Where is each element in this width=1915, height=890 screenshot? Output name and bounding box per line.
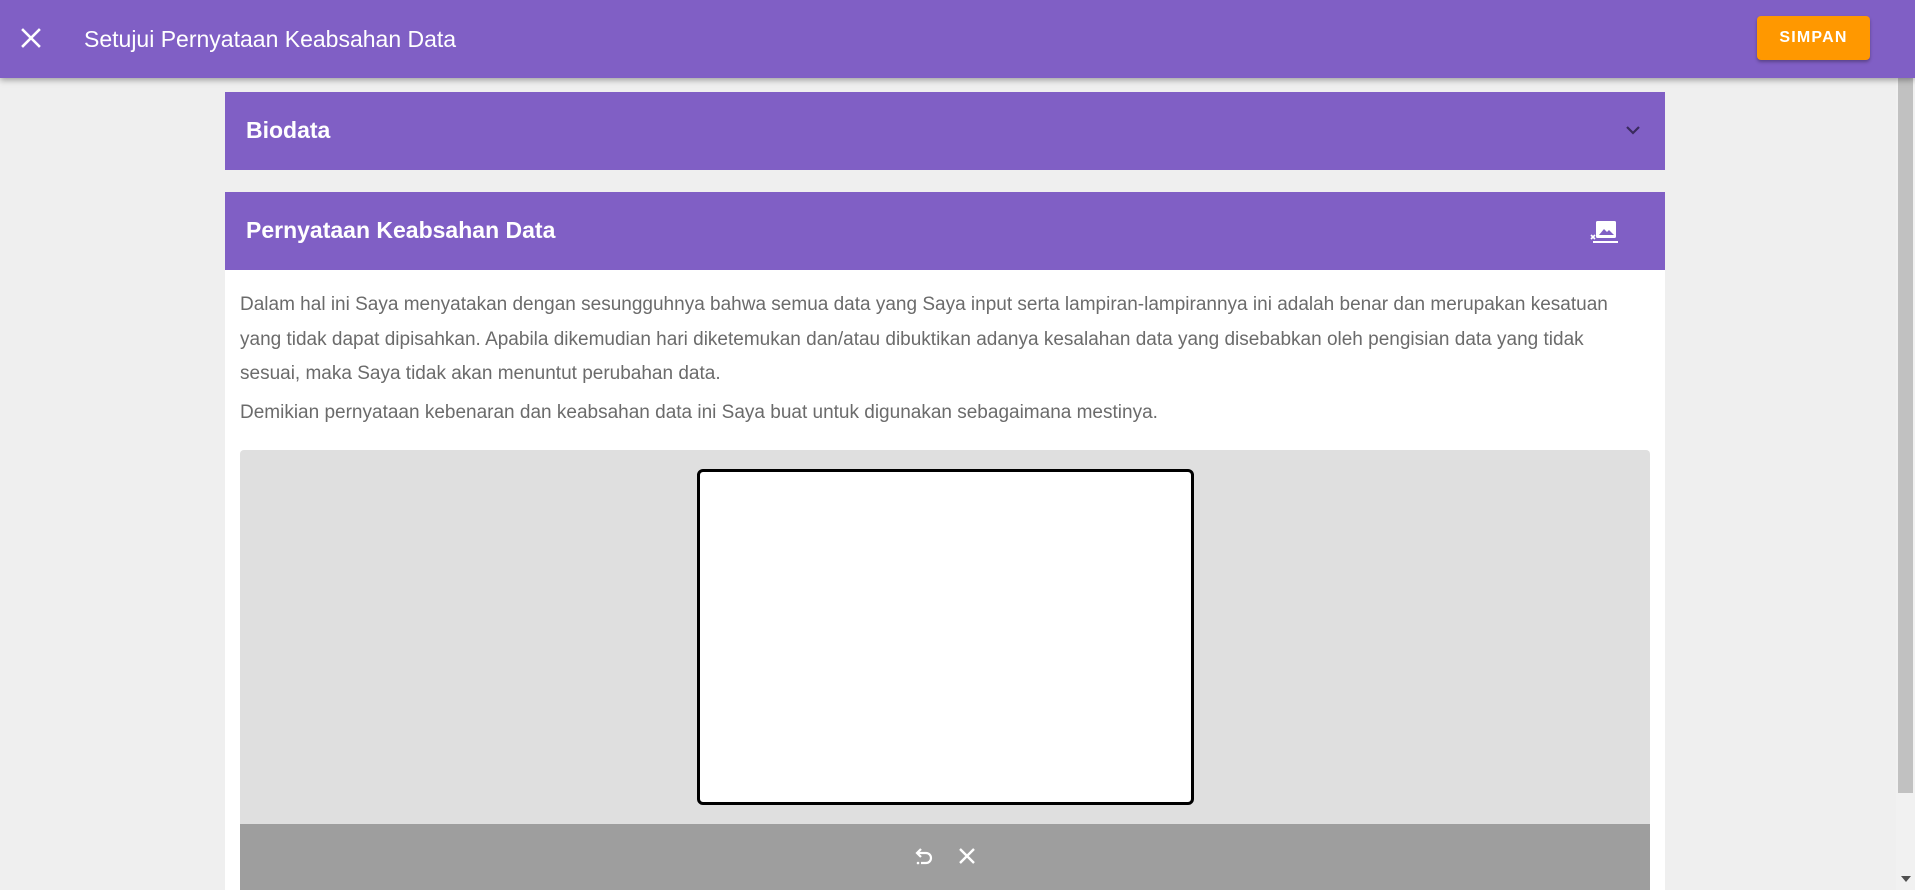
chevron-down-icon[interactable]	[1620, 117, 1646, 143]
app-bar: Setujui Pernyataan Keabsahan Data SIMPAN	[0, 0, 1915, 78]
scroll-down-arrow-icon[interactable]	[1901, 876, 1911, 882]
panel-header-statement[interactable]: Pernyataan Keabsahan Data	[225, 192, 1665, 270]
undo-icon	[915, 848, 933, 865]
save-button[interactable]: SIMPAN	[1757, 16, 1870, 60]
close-button[interactable]	[14, 21, 48, 55]
signature-canvas[interactable]	[697, 469, 1194, 805]
close-icon	[959, 848, 975, 864]
panel-title: Pernyataan Keabsahan Data	[246, 217, 556, 243]
close-icon	[21, 28, 41, 48]
clear-button[interactable]	[950, 839, 984, 873]
undo-button[interactable]	[907, 839, 941, 873]
statement-paragraph: Dalam hal ini Saya menyatakan dengan ses…	[240, 294, 1608, 384]
signature-area	[240, 450, 1650, 890]
panel-header-biodata[interactable]: Biodata	[225, 92, 1665, 170]
signature-toolbar	[240, 824, 1650, 890]
statement-panel-content: Dalam hal ini Saya menyatakan dengan ses…	[225, 270, 1665, 890]
panel-title: Biodata	[246, 117, 331, 143]
page-title: Setujui Pernyataan Keabsahan Data	[84, 26, 457, 52]
statement-paragraph: Demikian pernyataan kebenaran dan keabsa…	[240, 402, 1158, 423]
scrollbar-thumb[interactable]	[1898, 78, 1913, 793]
image-clear-icon[interactable]	[1590, 218, 1620, 246]
